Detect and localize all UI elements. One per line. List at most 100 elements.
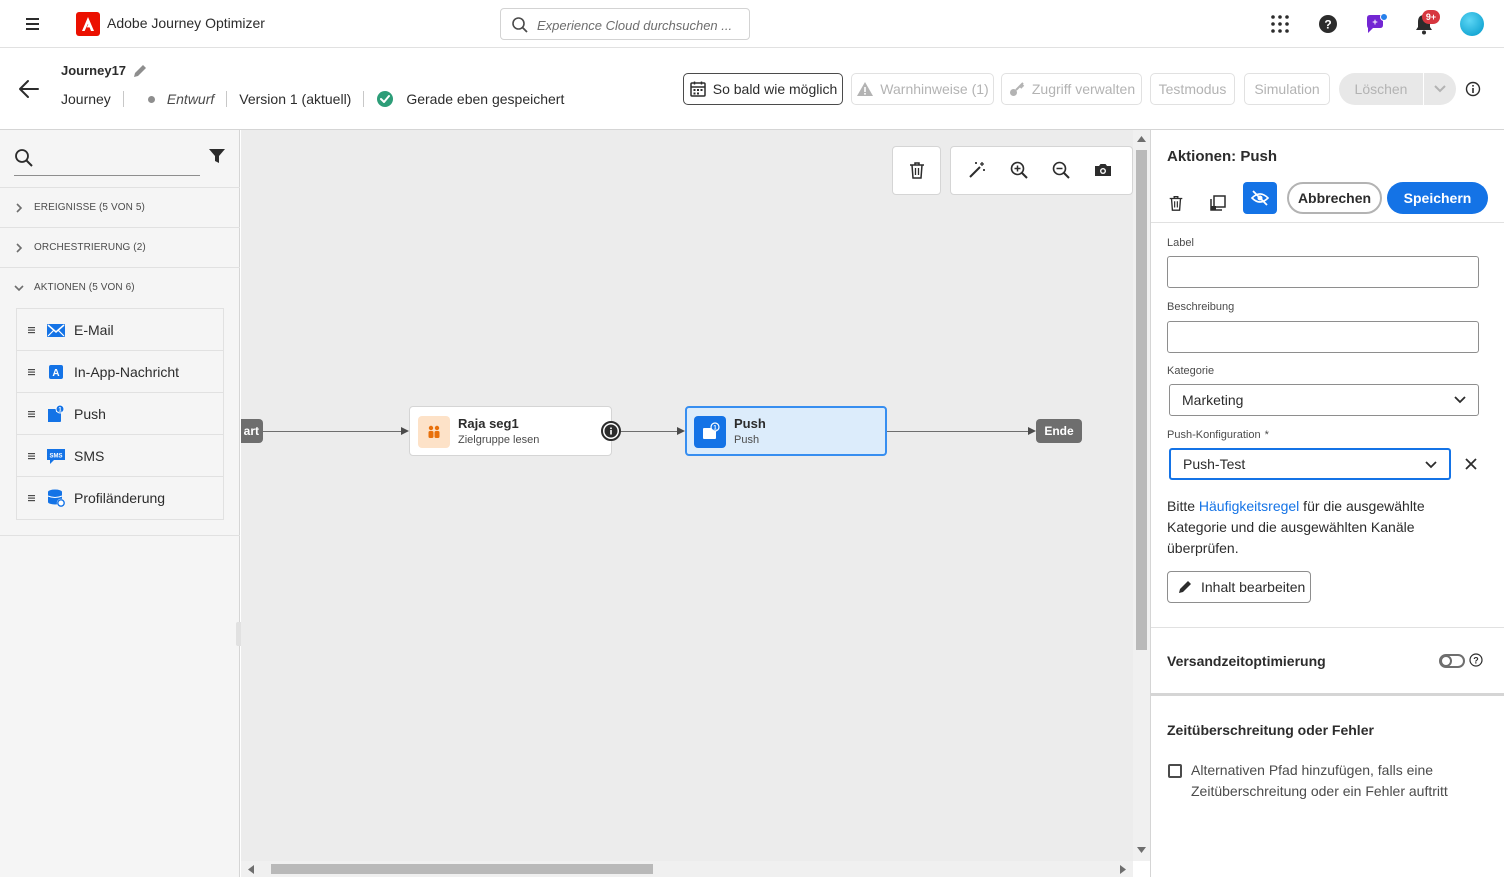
- back-arrow-icon[interactable]: [18, 79, 40, 99]
- scrollbar-thumb[interactable]: [271, 864, 653, 874]
- camera-icon[interactable]: [1093, 160, 1113, 180]
- category-events[interactable]: EREIGNISSE (5 VON 5): [0, 187, 240, 227]
- node-subtitle: Zielgruppe lesen: [458, 434, 540, 446]
- zoom-in-icon[interactable]: [1009, 160, 1029, 180]
- help-icon[interactable]: ?: [1469, 653, 1483, 667]
- action-push[interactable]: 1 Push: [17, 393, 223, 435]
- divider: [1151, 222, 1504, 223]
- scroll-left-icon[interactable]: [248, 865, 254, 874]
- journey-header: Journey17 Journey Entwurf Version 1 (akt…: [0, 49, 1504, 130]
- test-mode-button[interactable]: Testmodus: [1150, 73, 1235, 105]
- category-select[interactable]: Marketing: [1169, 384, 1479, 416]
- journey-meta: Journey Entwurf Version 1 (aktuell) Gera…: [61, 90, 564, 108]
- trash-icon[interactable]: [907, 160, 927, 180]
- manage-access-label: Zugriff verwalten: [1031, 81, 1136, 97]
- more-actions-button[interactable]: [1424, 73, 1456, 105]
- magic-wand-icon[interactable]: [967, 160, 987, 180]
- activity-palette: EREIGNISSE (5 VON 5) ORCHESTRIERUNG (2) …: [0, 130, 244, 877]
- divider: [1151, 627, 1504, 628]
- edit-content-button[interactable]: Inhalt bearbeiten: [1167, 571, 1311, 603]
- action-label: E-Mail: [74, 321, 114, 338]
- apps-grid-icon[interactable]: [1268, 12, 1292, 36]
- edit-content-label: Inhalt bearbeiten: [1201, 579, 1306, 595]
- search-input[interactable]: [537, 15, 737, 35]
- delete-button[interactable]: Löschen: [1339, 73, 1423, 105]
- palette-search[interactable]: [14, 146, 200, 176]
- action-profile-update[interactable]: Profiländerung: [17, 477, 223, 519]
- send-time-optimization-toggle[interactable]: [1439, 654, 1465, 668]
- description-field-label: Beschreibung: [1167, 301, 1235, 313]
- push-node[interactable]: 1 Push Push: [685, 406, 887, 456]
- audience-node[interactable]: Raja seg1 Zielgruppe lesen: [409, 406, 612, 456]
- edit-name-icon[interactable]: [131, 62, 149, 80]
- canvas-vertical-scrollbar[interactable]: [1133, 130, 1150, 861]
- scroll-down-icon[interactable]: [1137, 847, 1146, 853]
- push-config-label: Push-Konfiguration: [1167, 429, 1261, 441]
- scrollbar-thumb[interactable]: [1136, 150, 1147, 650]
- email-icon: [47, 323, 65, 337]
- arrowhead: [677, 427, 685, 435]
- info-icon[interactable]: [1465, 81, 1481, 97]
- delete-activity-button[interactable]: [1159, 187, 1193, 219]
- sms-icon: SMS: [47, 448, 65, 464]
- menu-icon[interactable]: [20, 14, 44, 34]
- cancel-button[interactable]: Abbrechen: [1287, 182, 1382, 214]
- arrowhead: [1028, 427, 1036, 435]
- journey-version[interactable]: Version 1 (aktuell): [239, 91, 351, 107]
- duplicate-activity-button[interactable]: [1201, 187, 1235, 219]
- action-list: E-Mail A In-App-Nachricht 1 Push SMS SMS…: [16, 308, 224, 520]
- status-dot: [147, 95, 155, 103]
- action-in-app[interactable]: A In-App-Nachricht: [17, 351, 223, 393]
- properties-panel: Aktionen: Push Abbrechen Speichern Label…: [1150, 130, 1504, 877]
- node-info-icon[interactable]: [601, 421, 621, 441]
- avatar[interactable]: [1460, 12, 1484, 36]
- start-node[interactable]: art: [241, 419, 263, 443]
- node-title: Push: [734, 416, 766, 431]
- timeout-checkbox-label[interactable]: Alternativen Pfad hinzufügen, falls eine…: [1191, 760, 1481, 802]
- schedule-button[interactable]: So bald wie möglich: [683, 73, 843, 105]
- chevron-down-icon: [1434, 85, 1446, 93]
- manage-access-button[interactable]: Zugriff verwalten: [1001, 73, 1142, 105]
- node-subtitle: Push: [734, 434, 760, 446]
- category-value: Marketing: [1182, 392, 1244, 408]
- chevron-right-icon: [16, 242, 23, 253]
- chevron-down-icon: [1454, 396, 1466, 404]
- push-config-select[interactable]: Push-Test: [1169, 448, 1451, 480]
- warnings-button[interactable]: Warnhinweise (1): [851, 73, 994, 105]
- saved-status: Gerade eben gespeichert: [406, 91, 565, 107]
- end-label: Ende: [1044, 424, 1074, 438]
- push-icon: 1: [694, 416, 726, 448]
- panel-title: Aktionen: Push: [1167, 148, 1278, 165]
- save-button[interactable]: Speichern: [1387, 182, 1488, 214]
- scroll-up-icon[interactable]: [1137, 136, 1146, 142]
- journey-name: Journey17: [61, 63, 127, 78]
- zoom-out-icon[interactable]: [1051, 160, 1071, 180]
- action-email[interactable]: E-Mail: [17, 309, 223, 351]
- help-icon[interactable]: ?: [1316, 12, 1340, 36]
- global-search[interactable]: [500, 8, 750, 40]
- end-node[interactable]: Ende: [1036, 419, 1082, 443]
- filter-icon[interactable]: [208, 147, 226, 165]
- hide-preview-button[interactable]: [1243, 182, 1277, 214]
- toggle-knob: [1440, 655, 1452, 667]
- timeout-checkbox[interactable]: [1168, 764, 1182, 778]
- simulation-button[interactable]: Simulation: [1244, 73, 1330, 105]
- clear-icon[interactable]: [1463, 456, 1479, 472]
- cancel-label: Abbrechen: [1297, 190, 1372, 206]
- description-input[interactable]: [1167, 321, 1479, 353]
- scroll-right-icon[interactable]: [1120, 865, 1126, 874]
- action-sms[interactable]: SMS SMS: [17, 435, 223, 477]
- feedback-icon[interactable]: +: [1364, 12, 1388, 36]
- journey-type: Journey: [61, 91, 111, 107]
- canvas-horizontal-scrollbar[interactable]: [241, 861, 1133, 877]
- adobe-logo-icon[interactable]: [76, 12, 100, 36]
- delete-label: Löschen: [1354, 81, 1408, 97]
- app-title[interactable]: Adobe Journey Optimizer: [107, 15, 265, 31]
- journey-canvas[interactable]: art Raja seg1 Zielgruppe lesen 1 Push Pu…: [241, 130, 1133, 861]
- drag-handle-icon: [28, 326, 35, 333]
- category-orchestration[interactable]: ORCHESTRIERUNG (2): [0, 227, 240, 267]
- start-label: art: [243, 424, 259, 438]
- category-actions[interactable]: AKTIONEN (5 VON 6): [0, 267, 240, 307]
- label-input[interactable]: [1167, 256, 1479, 288]
- frequency-rule-link[interactable]: Häufigkeitsregel: [1199, 498, 1299, 514]
